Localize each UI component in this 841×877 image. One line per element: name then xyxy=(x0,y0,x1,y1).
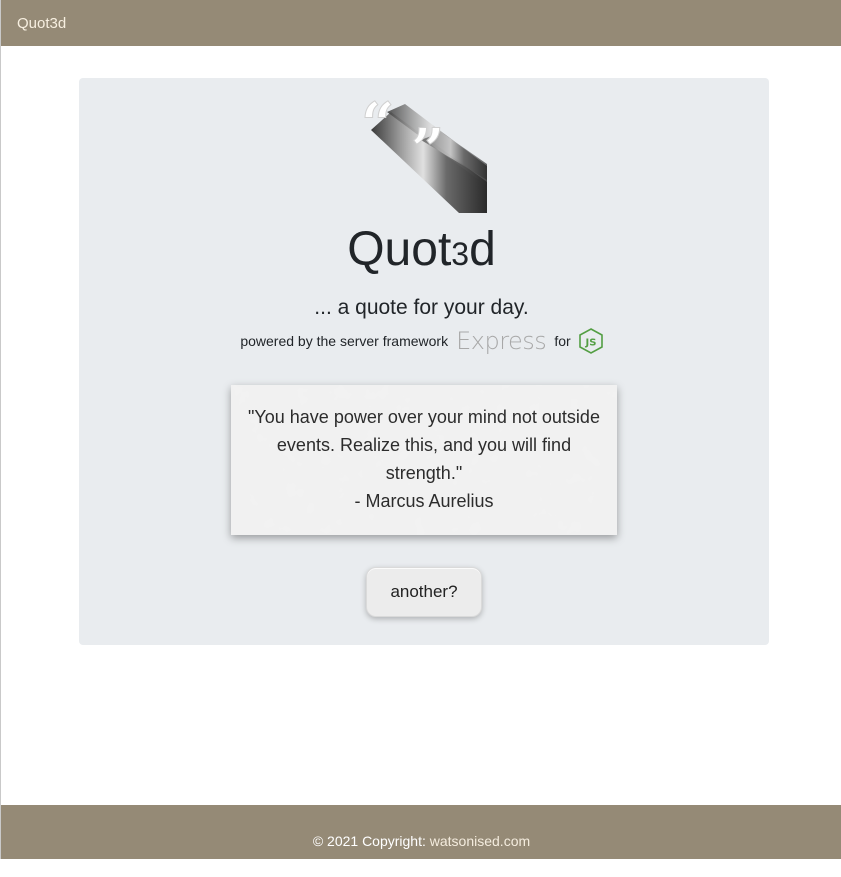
svg-text:”: ” xyxy=(411,116,444,184)
top-navbar: Quot3d xyxy=(1,0,841,46)
express-logo: Express xyxy=(456,327,547,355)
svg-text:“: “ xyxy=(361,100,394,158)
tagline: ... a quote for your day. xyxy=(314,296,529,319)
quote-card: "You have power over your mind not outsi… xyxy=(231,385,617,535)
powered-by-text: powered by the server framework xyxy=(240,333,449,349)
nodejs-icon: JS xyxy=(578,328,603,354)
footer-site-link[interactable]: watsonised.com xyxy=(430,833,530,849)
copyright-text: © 2021 Copyright: xyxy=(312,833,426,849)
footer: © 2021 Copyright: watsonised.com xyxy=(1,805,841,859)
svg-text:JS: JS xyxy=(584,338,596,349)
another-quote-button[interactable]: another? xyxy=(366,567,482,617)
navbar-brand-link[interactable]: Quot3d xyxy=(17,14,66,34)
powered-by-line: powered by the server framework Express … xyxy=(1,326,841,356)
for-text: for xyxy=(554,333,571,349)
quote-text: "You have power over your mind not outsi… xyxy=(248,407,600,483)
page-title: Quot3d xyxy=(347,223,496,276)
quote-marks-3d-icon: “ ” xyxy=(361,100,487,213)
quote-author: - Marcus Aurelius xyxy=(354,491,494,511)
